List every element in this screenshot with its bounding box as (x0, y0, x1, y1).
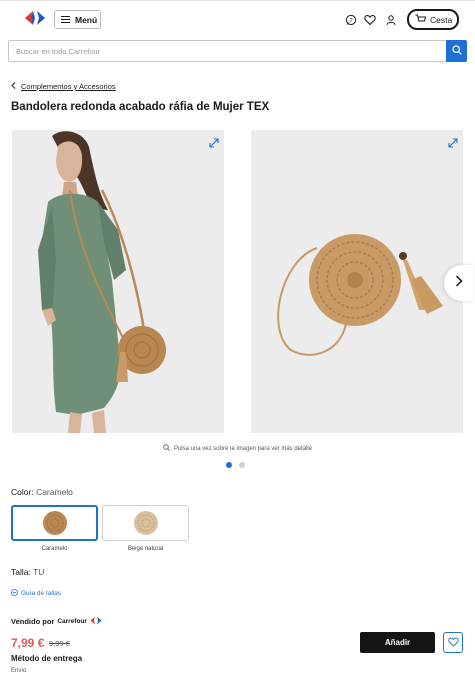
delivery-method-label: Método de entrega (11, 654, 83, 663)
color-swatch-label: Beige natural (127, 546, 164, 552)
color-swatch-beige-natural[interactable] (102, 505, 189, 541)
breadcrumb: Complementos y Accesorios (11, 82, 116, 91)
pagination-dot-1[interactable] (226, 462, 232, 468)
gallery-hint: Pulsa una vez sobre la imagen para ver m… (0, 444, 475, 453)
cart-icon (415, 14, 427, 26)
menu-label: Menú (75, 14, 98, 25)
color-swatch-label: Caramelo (41, 546, 68, 552)
swatch-bag-image (133, 511, 158, 535)
sold-by: Vendido por Carrefour (11, 616, 102, 627)
carrefour-logo[interactable] (24, 10, 46, 26)
zoom-icon (163, 444, 170, 453)
header: Menú ? Cesta (0, 6, 475, 32)
heart-icon[interactable] (364, 13, 376, 26)
expand-icon[interactable] (209, 135, 219, 148)
gallery-pagination (226, 462, 245, 468)
product-image-model[interactable] (12, 130, 224, 433)
search-bar (8, 40, 467, 62)
search-icon (451, 42, 462, 60)
price: 7,99 € (11, 636, 45, 650)
size-guide-link[interactable]: Guía de tallas (11, 589, 61, 598)
size-label: Talla: TU (11, 567, 44, 577)
heart-icon (447, 634, 459, 652)
chevron-left-icon (11, 82, 16, 91)
color-label-key: Color: (11, 487, 34, 497)
sold-by-label: Vendido por (11, 617, 55, 626)
gallery-next-button[interactable] (444, 265, 474, 301)
color-swatch-caramelo[interactable] (11, 505, 98, 541)
hamburger-icon (61, 16, 70, 23)
pagination-dot-2[interactable] (239, 462, 245, 468)
favorite-button[interactable] (443, 632, 463, 653)
breadcrumb-link[interactable]: Complementos y Accesorios (21, 82, 116, 91)
expand-icon[interactable] (448, 135, 458, 148)
sold-by-brand: Carrefour (57, 618, 87, 625)
swatch-bag-image (42, 511, 67, 535)
size-guide-text: Guía de tallas (21, 590, 62, 597)
search-input[interactable] (8, 40, 446, 62)
cart-button[interactable]: Cesta (407, 9, 459, 30)
carrefour-small-logo (90, 616, 102, 627)
gallery-hint-text: Pulsa una vez sobre la imagen para ver m… (173, 445, 313, 452)
ruler-icon (11, 589, 18, 598)
color-value: Caramelo (36, 487, 73, 497)
user-icon[interactable] (385, 13, 397, 26)
color-label: Color: Caramelo (11, 487, 73, 497)
search-button[interactable] (446, 40, 467, 62)
size-label-key: Talla: (11, 567, 31, 577)
svg-text:?: ? (349, 18, 353, 24)
add-to-cart-button[interactable]: Añadir (360, 632, 435, 653)
chevron-right-icon (455, 274, 463, 292)
delivery-sub: Envío (11, 668, 27, 674)
size-value: TU (33, 567, 45, 577)
chat-icon[interactable]: ? (345, 13, 357, 26)
menu-button[interactable]: Menú (54, 10, 101, 29)
product-title: Bandolera redonda acabado ráfia de Mujer… (11, 101, 270, 113)
old-price: 9,99 € (49, 639, 70, 648)
cart-label: Cesta (430, 14, 453, 25)
product-image-bag[interactable] (251, 130, 463, 433)
